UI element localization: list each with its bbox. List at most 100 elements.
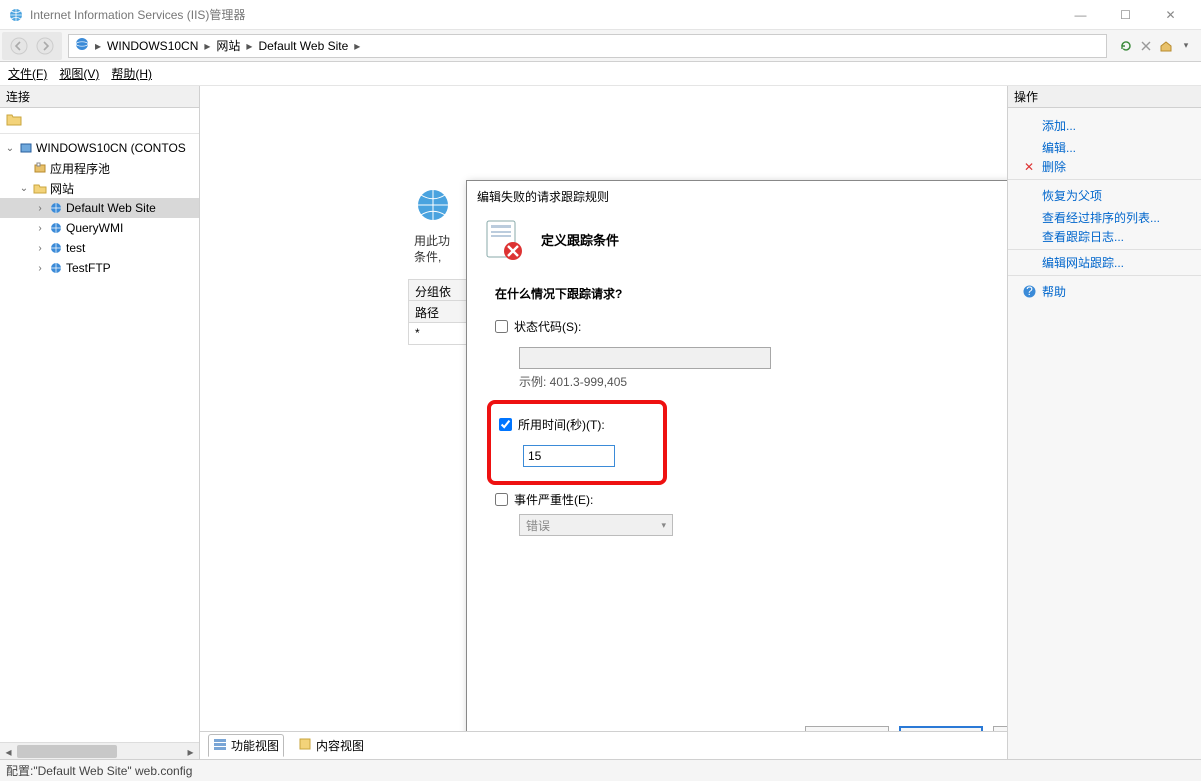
globe-icon [48, 200, 64, 216]
action-delete[interactable]: ✕删除 [1008, 158, 1201, 180]
action-view-log[interactable]: 查看跟踪日志... [1008, 228, 1201, 250]
breadcrumb-item[interactable]: Default Web Site [258, 39, 348, 53]
features-view-tab[interactable]: 功能视图 [208, 734, 284, 757]
partial-text: 用此功 [414, 234, 450, 248]
action-view-sorted[interactable]: 查看经过排序的列表... [1008, 206, 1201, 228]
expand-icon[interactable]: › [34, 243, 46, 254]
status-code-row: 状态代码(S): [495, 318, 1007, 335]
dialog-button-row: 上一页(P) 下一步(N) 完成(F) 取消 [467, 715, 1007, 731]
severity-value: 错误 [526, 517, 550, 534]
help-icon: ? [1022, 285, 1036, 298]
tree-label: test [66, 241, 85, 255]
nav-forward-button[interactable] [32, 33, 58, 59]
delete-icon: ✕ [1022, 160, 1036, 174]
folder-icon[interactable] [6, 112, 22, 129]
chevron-right-icon: ▸ [354, 39, 360, 53]
list-icon [213, 737, 227, 754]
breadcrumb-item[interactable]: 网站 [216, 37, 240, 54]
tree-sites[interactable]: ⌄ 网站 [0, 178, 199, 198]
tree-site-default[interactable]: › Default Web Site [0, 198, 199, 218]
grid-row-partial[interactable]: * [408, 323, 466, 345]
menu-view[interactable]: 视图(V) [59, 65, 99, 82]
collapse-icon[interactable]: ⌄ [18, 183, 30, 194]
status-code-label: 状态代码(S): [514, 318, 581, 335]
tree-label: 网站 [50, 180, 74, 197]
dropdown-icon[interactable]: ▾ [1177, 37, 1195, 55]
tree-label: WINDOWS10CN (CONTOS [36, 141, 186, 155]
tree-label: 应用程序池 [50, 160, 110, 177]
server-icon [75, 37, 89, 54]
breadcrumb[interactable]: ▸ WINDOWS10CN ▸ 网站 ▸ Default Web Site ▸ [68, 34, 1107, 58]
tracing-rule-dialog: 编辑失败的请求跟踪规则 ? ✕ 定义跟踪条件 在什么情况下跟踪请求? [466, 180, 1007, 731]
tree-label: QueryWMI [66, 221, 123, 235]
maximize-button[interactable]: ☐ [1103, 1, 1148, 29]
expand-icon[interactable]: › [34, 203, 46, 214]
globe-icon [48, 220, 64, 236]
connections-tree[interactable]: ⌄ WINDOWS10CN (CONTOS 应用程序池 ⌄ 网站 › Defau… [0, 134, 199, 742]
breadcrumb-item[interactable]: WINDOWS10CN [107, 39, 198, 53]
minimize-button[interactable]: — [1058, 1, 1103, 29]
tree-label: Default Web Site [66, 201, 156, 215]
dialog-titlebar: 编辑失败的请求跟踪规则 ? ✕ [467, 181, 1007, 211]
nav-back-button[interactable] [6, 33, 32, 59]
stop-icon[interactable] [1137, 37, 1155, 55]
tree-scrollbar[interactable]: ◂ ▸ [0, 742, 199, 759]
status-code-checkbox[interactable] [495, 320, 508, 333]
action-add[interactable]: 添加... [1008, 114, 1201, 136]
menu-file[interactable]: 文件(F) [8, 65, 47, 82]
app-pool-icon [32, 160, 48, 176]
severity-checkbox[interactable] [495, 493, 508, 506]
chevron-right-icon: ▸ [246, 39, 252, 53]
prev-button[interactable]: 上一页(P) [805, 726, 889, 731]
connections-pane: 连接 ⌄ WINDOWS10CN (CONTOS 应用程序池 ⌄ 网站 › [0, 86, 200, 759]
globe-icon [48, 260, 64, 276]
finish-button: 完成(F) [993, 726, 1007, 731]
partial-text: 条件, [414, 250, 441, 264]
action-help[interactable]: ?帮助 [1008, 280, 1201, 302]
tree-server-node[interactable]: ⌄ WINDOWS10CN (CONTOS [0, 138, 199, 158]
time-taken-label: 所用时间(秒)(T): [518, 416, 605, 433]
expand-icon[interactable]: › [34, 263, 46, 274]
time-taken-checkbox[interactable] [499, 418, 512, 431]
scroll-left-icon[interactable]: ◂ [0, 743, 17, 760]
home-icon[interactable] [1157, 37, 1175, 55]
action-revert[interactable]: 恢复为父项 [1008, 184, 1201, 206]
tree-label: TestFTP [66, 261, 111, 275]
tree-app-pools[interactable]: 应用程序池 [0, 158, 199, 178]
refresh-icon[interactable] [1117, 37, 1135, 55]
tree-site-testftp[interactable]: › TestFTP [0, 258, 199, 278]
close-button[interactable]: ✕ [1148, 1, 1193, 29]
severity-label: 事件严重性(E): [514, 491, 593, 508]
tree-site-test[interactable]: › test [0, 238, 199, 258]
severity-combo: 错误 ▾ [519, 514, 673, 536]
view-tab-bar: 功能视图 内容视图 [200, 731, 1007, 759]
feature-pane: 用此功条件, 分组依 路径 * 满足两 编辑失败的请求跟踪规则 ? ✕ [200, 86, 1007, 759]
next-button[interactable]: 下一步(N) [899, 726, 983, 731]
menu-help[interactable]: 帮助(H) [111, 65, 152, 82]
content-view-tab[interactable]: 内容视图 [294, 735, 368, 756]
collapse-icon[interactable]: ⌄ [4, 143, 16, 154]
tab-label: 内容视图 [316, 737, 364, 754]
col-header-partial: 路径 [408, 301, 466, 323]
time-taken-input[interactable] [523, 445, 615, 467]
menu-bar: 文件(F) 视图(V) 帮助(H) [0, 62, 1201, 86]
dialog-title: 编辑失败的请求跟踪规则 [477, 188, 1007, 205]
time-taken-highlight: 所用时间(秒)(T): [487, 400, 667, 485]
tab-label: 功能视图 [231, 737, 279, 754]
status-code-input [519, 347, 771, 369]
action-edit[interactable]: 编辑... [1008, 136, 1201, 158]
svg-text:?: ? [1026, 285, 1033, 298]
scroll-thumb[interactable] [17, 745, 117, 758]
actions-header: 操作 [1008, 86, 1201, 108]
status-text: 配置:"Default Web Site" web.config [6, 762, 192, 779]
action-edit-trace[interactable]: 编辑网站跟踪... [1008, 254, 1201, 276]
page-header-partial: 用此功条件, 分组依 路径 * [408, 180, 466, 731]
expand-icon[interactable]: › [34, 223, 46, 234]
content-icon [298, 737, 312, 754]
folder-icon [32, 180, 48, 196]
globe-large-icon [416, 188, 466, 225]
tree-site-querywmi[interactable]: › QueryWMI [0, 218, 199, 238]
connections-toolbar [0, 108, 199, 134]
scroll-right-icon[interactable]: ▸ [182, 743, 199, 760]
chevron-right-icon: ▸ [204, 39, 210, 53]
